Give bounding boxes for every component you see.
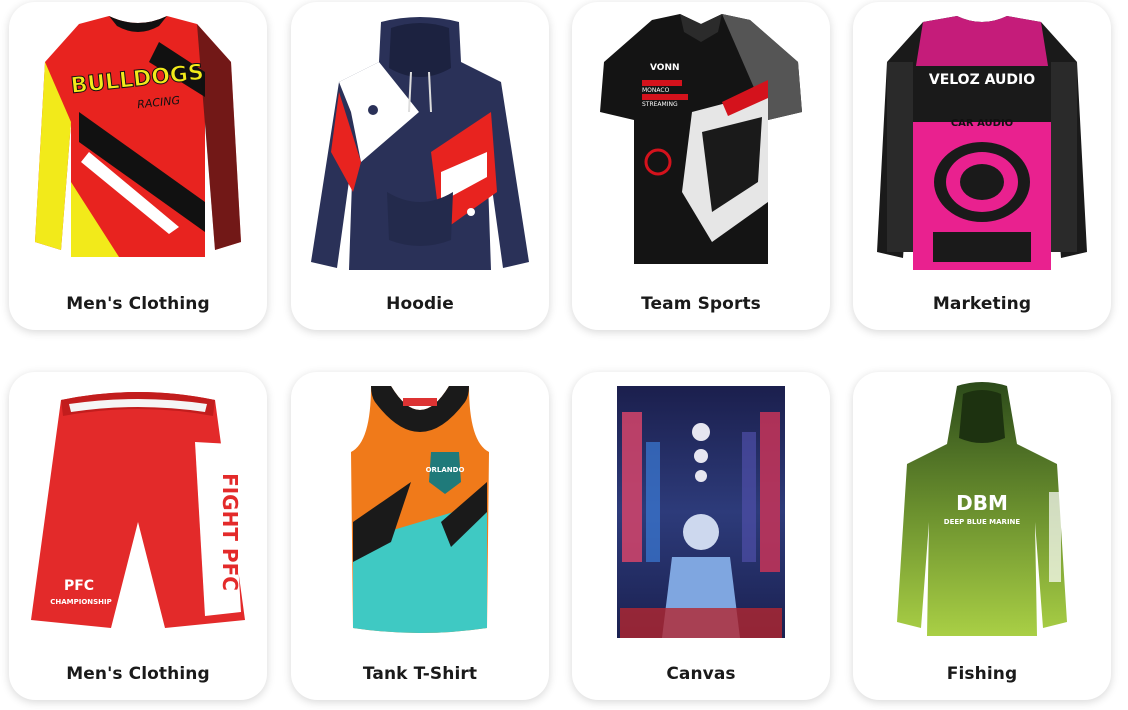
dbm-logo: DBM (956, 491, 1008, 515)
category-card-marketing[interactable]: VELOZ AUDIO CAR AUDIO Marketing (853, 2, 1111, 330)
category-label: Tank T-Shirt (362, 664, 478, 684)
hoodie-image (311, 17, 529, 270)
category-card-mens-clothing-shorts[interactable]: FIGHT PFC PFC CHAMPIONSHIP Men's Clothin… (9, 372, 267, 700)
category-card-team-sports[interactable]: VONN MONACO STREAMING Team Sports (572, 2, 830, 330)
fight-pfc-text: FIGHT PFC (218, 473, 242, 591)
category-label: Men's Clothing (66, 294, 210, 314)
svg-text:PFC: PFC (64, 578, 94, 594)
svg-text:STREAMING: STREAMING (642, 101, 678, 108)
orlando-badge: ORLANDO (426, 466, 465, 474)
category-card-fishing[interactable]: DBM DEEP BLUE MARINE Fishing (853, 372, 1111, 700)
category-card-hoodie[interactable]: Hoodie (291, 2, 549, 330)
category-card-canvas[interactable]: Canvas (572, 372, 830, 700)
svg-text:MONACO: MONACO (642, 87, 670, 94)
category-label: Team Sports (641, 294, 761, 314)
mens-jersey-image: BULLDOGS RACING (35, 16, 241, 257)
shorts-image: FIGHT PFC PFC CHAMPIONSHIP (31, 392, 245, 628)
category-label: Men's Clothing (66, 664, 210, 684)
marketing-jersey-image: VELOZ AUDIO CAR AUDIO (877, 16, 1087, 270)
category-label: Canvas (666, 664, 736, 684)
polo-shirt-image: VONN MONACO STREAMING (600, 14, 802, 264)
canvas-print-image (617, 386, 785, 638)
veloz-audio-logo: VELOZ AUDIO (929, 72, 1035, 88)
category-label: Fishing (946, 664, 1018, 684)
category-label: Marketing (932, 294, 1032, 314)
svg-text:CAR AUDIO: CAR AUDIO (951, 118, 1013, 129)
fishing-shirt-image: DBM DEEP BLUE MARINE (897, 382, 1067, 636)
svg-text:DEEP BLUE MARINE: DEEP BLUE MARINE (944, 518, 1021, 526)
category-card-mens-clothing[interactable]: BULLDOGS RACING Men's Clothing (9, 2, 267, 330)
tank-top-image: ORLANDO (351, 386, 489, 633)
svg-text:VONN: VONN (650, 63, 680, 73)
category-label: Hoodie (386, 294, 454, 314)
svg-text:CHAMPIONSHIP: CHAMPIONSHIP (50, 598, 112, 606)
category-card-tank-t-shirt[interactable]: ORLANDO Tank T-Shirt (291, 372, 549, 700)
category-grid: BULLDOGS RACING Men's Clothing Hoodie VO… (0, 0, 1128, 710)
